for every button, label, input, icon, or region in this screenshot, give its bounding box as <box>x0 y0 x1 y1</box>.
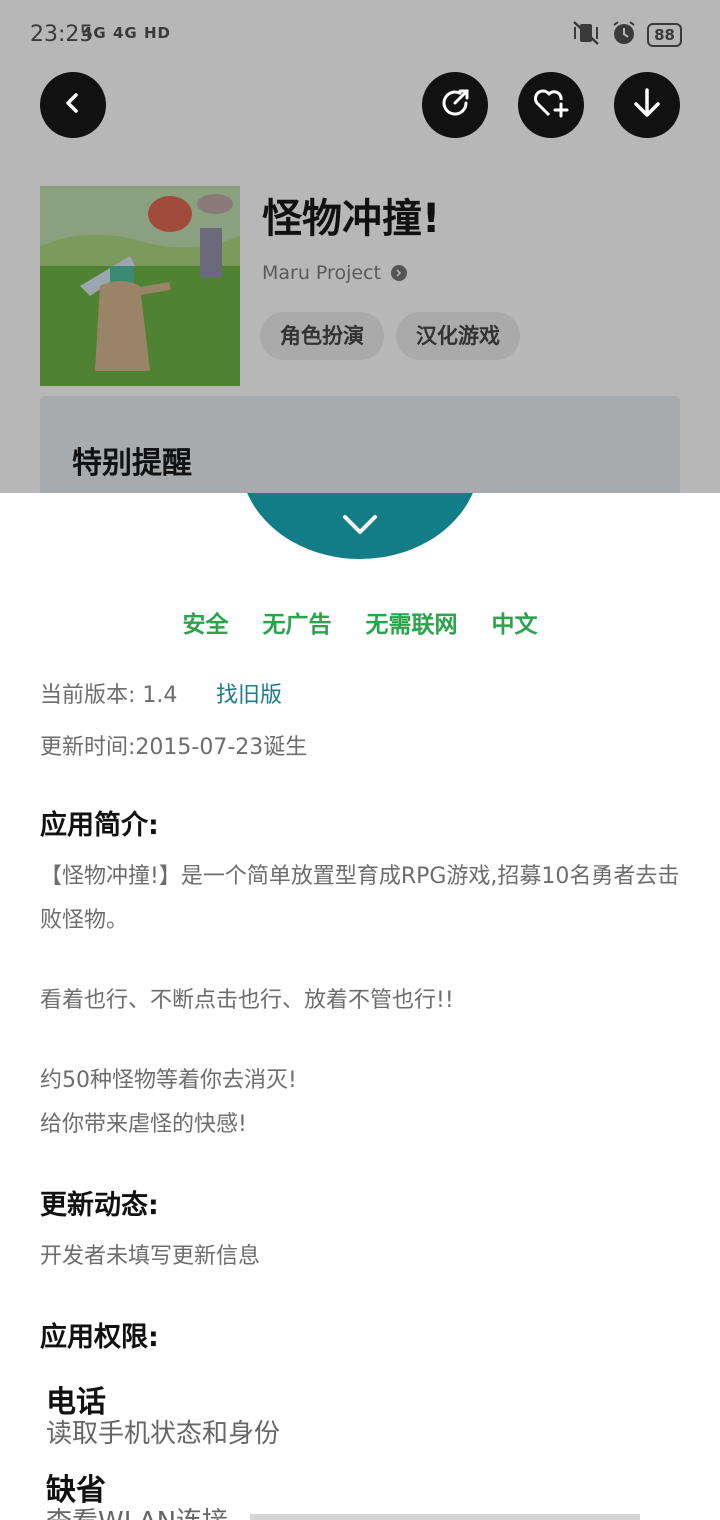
arrow-down-icon <box>630 86 664 124</box>
favorite-button[interactable] <box>518 72 584 138</box>
permission-desc: 读取手机状态和身份 <box>46 1419 281 1449</box>
vibrate-mute-icon <box>571 20 601 50</box>
status-bar: 23:25 4G 4G HD 88 <box>0 0 720 72</box>
signal-indicator: 4G 4G HD <box>82 24 171 42</box>
app-detail-page-dimmed: 23:25 4G 4G HD 88 怪物冲撞! Maru Project 角色扮… <box>0 0 720 493</box>
battery-indicator: 88 <box>647 23 682 47</box>
update-time: 更新时间:2015-07-23诞生 <box>40 735 308 760</box>
app-icon-image <box>40 186 240 386</box>
update-heading: 更新动态: <box>40 1190 159 1221</box>
tag-chip[interactable]: 角色扮演 <box>260 312 384 360</box>
status-icons: 88 <box>571 20 682 50</box>
share-icon <box>438 86 472 124</box>
collapse-sheet-button[interactable] <box>240 493 480 559</box>
back-button[interactable] <box>40 72 106 138</box>
intro-paragraph: 约50种怪物等着你去消灭! 给你带来虐怪的快感! <box>40 1068 297 1137</box>
chevron-down-icon <box>342 513 378 541</box>
intro-heading: 应用简介: <box>40 810 159 841</box>
details-bottom-sheet: 安全 无广告 无需联网 中文 当前版本: 1.4 找旧版 更新时间:2015-0… <box>0 493 720 1520</box>
intro-paragraph: 看着也行、不断点击也行、放着不管也行!! <box>40 988 454 1013</box>
update-text: 开发者未填写更新信息 <box>40 1244 261 1269</box>
old-version-link[interactable]: 找旧版 <box>216 677 282 709</box>
notice-card: 特别提醒 <box>40 396 680 493</box>
permission-desc: 查看WLAN连接 <box>46 1501 228 1520</box>
heart-plus-icon <box>532 86 570 124</box>
badge-no-ads: 无广告 <box>262 612 332 638</box>
chevron-left-icon <box>61 91 85 119</box>
alarm-icon <box>611 20 637 50</box>
chevron-right-icon <box>390 265 407 281</box>
developer-link[interactable]: Maru Project <box>262 262 407 284</box>
intro-paragraph: 【怪物冲撞!】是一个简单放置型育成RPG游戏,招募10名勇者去击败怪物。 <box>40 864 680 933</box>
tag-list: 角色扮演 汉化游戏 <box>260 312 520 360</box>
tag-chip[interactable]: 汉化游戏 <box>396 312 520 360</box>
current-version: 当前版本: 1.4 <box>40 683 178 708</box>
permissions-heading: 应用权限: <box>40 1322 159 1353</box>
badge-offline: 无需联网 <box>365 612 458 638</box>
badge-safe: 安全 <box>182 612 229 638</box>
share-button[interactable] <box>422 72 488 138</box>
feature-badges: 安全 无广告 无需联网 中文 <box>0 605 720 639</box>
app-title: 怪物冲撞! <box>262 196 441 242</box>
download-button[interactable] <box>614 72 680 138</box>
badge-chinese: 中文 <box>491 612 538 638</box>
notice-title: 特别提醒 <box>72 446 192 481</box>
developer-name: Maru Project <box>262 262 381 284</box>
scroll-indicator <box>250 1514 640 1520</box>
